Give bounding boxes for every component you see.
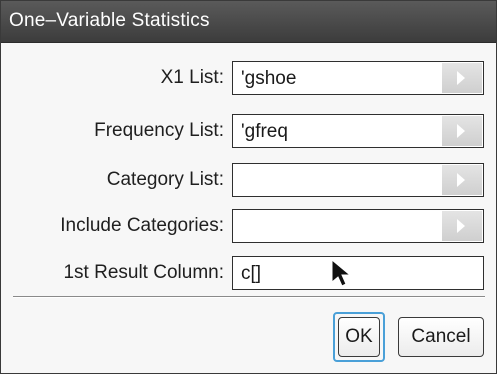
include-categories-label: Include Categories: — [60, 215, 224, 236]
include-categories-row: Include Categories: — [1, 209, 496, 245]
x1-list-value: 'gshoe — [241, 68, 297, 89]
frequency-list-label: Frequency List: — [94, 120, 224, 141]
triangle-right-icon — [457, 219, 465, 233]
x1-list-label: X1 List: — [160, 67, 224, 88]
result-column-value: c[] — [241, 263, 262, 284]
cancel-button[interactable]: Cancel — [398, 317, 484, 357]
result-column-row: 1st Result Column: c[] — [1, 256, 496, 292]
category-list-label: Category List: — [106, 169, 224, 190]
triangle-right-icon — [457, 124, 465, 138]
x1-list-dropdown-button[interactable] — [442, 63, 482, 93]
ok-button[interactable]: OK — [338, 317, 380, 357]
result-column-label: 1st Result Column: — [63, 262, 224, 283]
triangle-right-icon — [457, 173, 465, 187]
frequency-list-dropdown-button[interactable] — [442, 116, 482, 146]
category-list-row: Category List: — [1, 163, 496, 199]
category-list-field[interactable] — [232, 163, 484, 197]
frequency-list-row: Frequency List: 'gfreq — [1, 114, 496, 150]
include-categories-field[interactable] — [232, 209, 484, 243]
frequency-list-value: 'gfreq — [241, 121, 288, 142]
dialog-title: One–Variable Statistics — [9, 10, 210, 31]
result-column-field[interactable]: c[] — [232, 256, 484, 290]
one-variable-statistics-dialog: One–Variable Statistics X1 List: 'gshoe … — [0, 0, 497, 374]
x1-list-row: X1 List: 'gshoe — [1, 61, 496, 97]
x1-list-field[interactable]: 'gshoe — [232, 61, 484, 95]
button-divider — [13, 296, 485, 298]
mouse-pointer-icon — [331, 258, 352, 287]
triangle-right-icon — [457, 71, 465, 85]
include-categories-dropdown-button[interactable] — [442, 211, 482, 241]
category-list-dropdown-button[interactable] — [442, 165, 482, 195]
frequency-list-field[interactable]: 'gfreq — [232, 114, 484, 148]
dialog-titlebar: One–Variable Statistics — [1, 1, 496, 43]
